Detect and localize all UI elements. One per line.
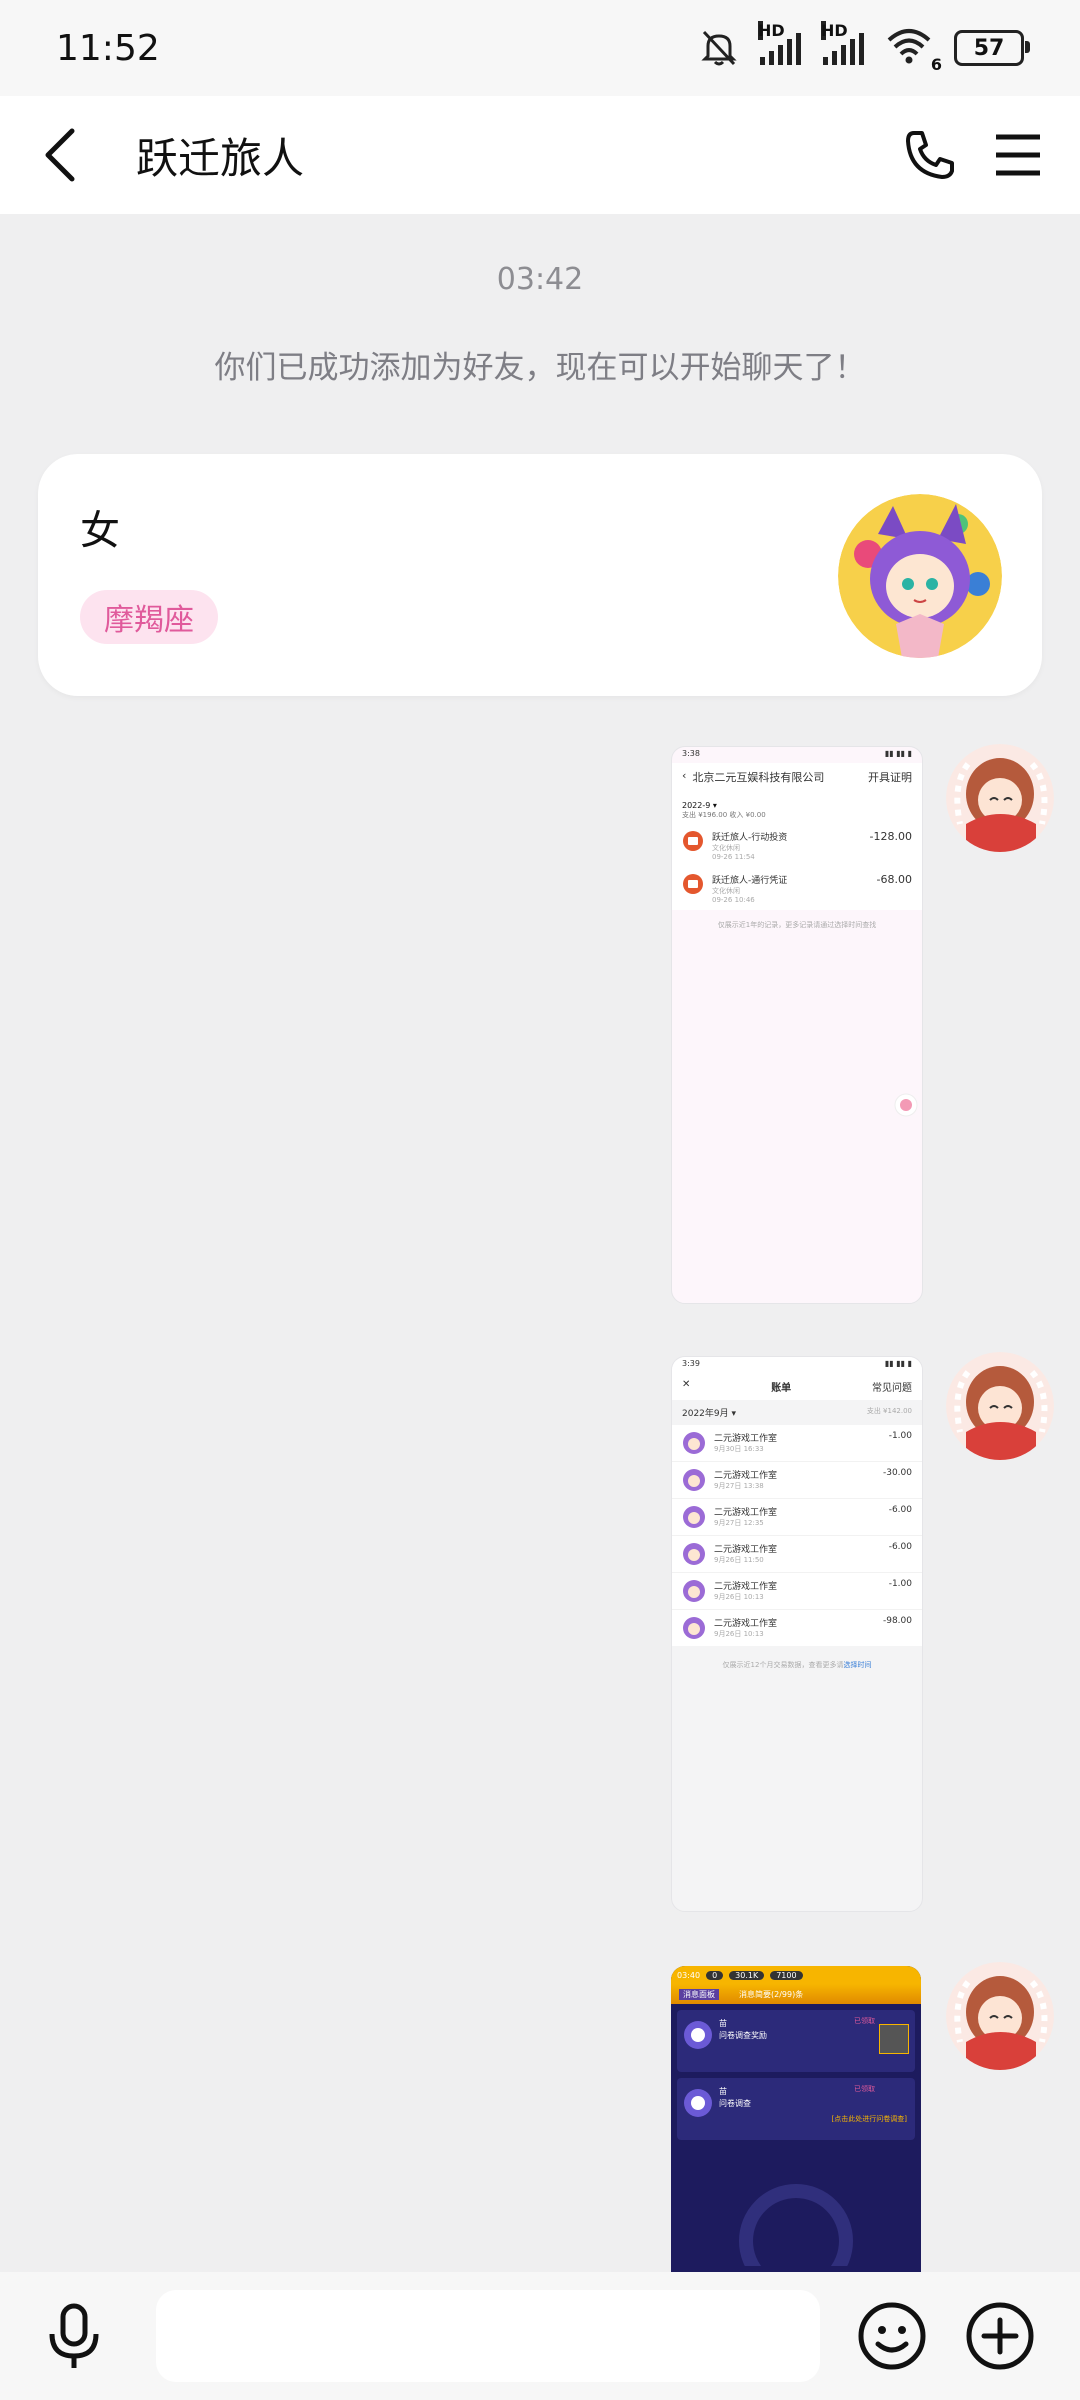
image-message-1[interactable]: 3:38 ▮▮ ▮▮ ▮ ‹ 北京二元互娱科技有限公司 开具证明 2022-9 ▾… xyxy=(671,746,923,1304)
chat-menu-button[interactable] xyxy=(986,123,1050,187)
more-options-button[interactable] xyxy=(964,2300,1036,2372)
shot2-list: 二元游戏工作室 9月30日 16:33 -1.00 二元游戏工作室 9月27日 13… xyxy=(672,1425,922,1646)
battery-icon: 57 xyxy=(954,30,1030,66)
status-time: 11:52 xyxy=(56,27,160,69)
list-item: 二元游戏工作室 9月30日 16:33 -1.00 xyxy=(672,1425,922,1462)
contact-avatar[interactable] xyxy=(838,494,1002,658)
list-item: 二元游戏工作室 9月27日 12:35 -6.00 xyxy=(672,1499,922,1536)
image-message-2[interactable]: 3:39 ▮▮ ▮▮ ▮ ✕ 账单 常见问题 2022年9月 ▾ 支出 ¥142.… xyxy=(671,1356,923,1912)
chevron-left-icon xyxy=(45,128,75,182)
game-mail-card: 苗 问卷调查奖励 已领取 xyxy=(677,2010,915,2072)
merchant-avatar-icon xyxy=(683,1580,705,1602)
message-timestamp: 03:42 xyxy=(496,262,584,297)
merchant-avatar-icon xyxy=(683,1432,705,1454)
floating-assistant-icon xyxy=(894,1093,918,1117)
phone-icon xyxy=(906,131,954,179)
emoji-button[interactable] xyxy=(856,2300,928,2372)
signal-strength-2-icon: HD xyxy=(821,21,864,65)
status-bar: 11:52 HD HD 6 57 xyxy=(0,0,1080,96)
shot1-back-icon: ‹ xyxy=(682,769,687,782)
microphone-icon xyxy=(49,2303,99,2368)
game-emblem-icon xyxy=(684,2021,712,2049)
list-item: 二元游戏工作室 9月26日 10:13 -98.00 xyxy=(672,1610,922,1646)
list-item: 跃迁旅人-通行凭证 文化休闲 09-26 10:46 -68.00 xyxy=(672,867,922,910)
merchant-avatar-icon xyxy=(683,1506,705,1528)
signal-strength-1-icon: HD xyxy=(758,21,801,65)
zodiac-tag: 摩羯座 xyxy=(80,590,218,644)
back-button[interactable] xyxy=(30,125,90,185)
merchant-avatar-icon xyxy=(683,1543,705,1565)
status-icons: HD HD 6 57 xyxy=(700,21,1030,74)
system-message: 你们已成功添加为好友，现在可以开始聊天了！ xyxy=(214,350,866,386)
voice-input-button[interactable] xyxy=(38,2300,110,2372)
game-mail-card: 苗 问卷调查 已领取 [点击此处进行问卷调查] xyxy=(677,2078,915,2140)
game-watermark-icon xyxy=(739,2184,853,2266)
my-avatar[interactable] xyxy=(946,1352,1054,1460)
list-item: 二元游戏工作室 9月27日 13:38 -30.00 xyxy=(672,1462,922,1499)
bell-muted-icon xyxy=(701,30,737,66)
wifi-icon: 6 xyxy=(886,28,942,74)
merchant-avatar-icon xyxy=(683,1469,705,1491)
chat-header: 跃迁旅人 xyxy=(0,96,1080,214)
plus-circle-icon xyxy=(966,2302,1034,2370)
profile-gender: 女 xyxy=(80,508,120,554)
voice-call-button[interactable] xyxy=(898,123,962,187)
shot2-close-icon: ✕ xyxy=(682,1379,691,1390)
reward-thumbnail xyxy=(879,2024,909,2054)
my-avatar[interactable] xyxy=(946,744,1054,852)
menu-icon xyxy=(996,134,1040,176)
my-avatar[interactable] xyxy=(946,1962,1054,2070)
list-item: 跃迁旅人-行动投资 文化休闲 09-26 11:54 -128.00 xyxy=(672,824,922,867)
input-bar xyxy=(0,2272,1080,2400)
chat-title: 跃迁旅人 xyxy=(136,133,305,183)
profile-card[interactable]: 女 摩羯座 xyxy=(38,454,1042,696)
shot1-list: 跃迁旅人-行动投资 文化休闲 09-26 11:54 -128.00 跃迁旅人-… xyxy=(672,824,922,910)
list-item: 二元游戏工作室 9月26日 10:13 -1.00 xyxy=(672,1573,922,1610)
merchant-avatar-icon xyxy=(683,1617,705,1639)
message-input[interactable] xyxy=(156,2290,820,2382)
game-emblem-icon xyxy=(684,2089,712,2117)
list-item: 二元游戏工作室 9月26日 11:50 -6.00 xyxy=(672,1536,922,1573)
image-message-3[interactable]: 03:40 0 30.1K 7100 消息面板 消息简要(2/99)条 苗 问卷… xyxy=(671,1966,921,2272)
smiley-icon xyxy=(858,2302,926,2370)
bill-icon xyxy=(683,874,703,894)
bill-icon xyxy=(683,831,703,851)
